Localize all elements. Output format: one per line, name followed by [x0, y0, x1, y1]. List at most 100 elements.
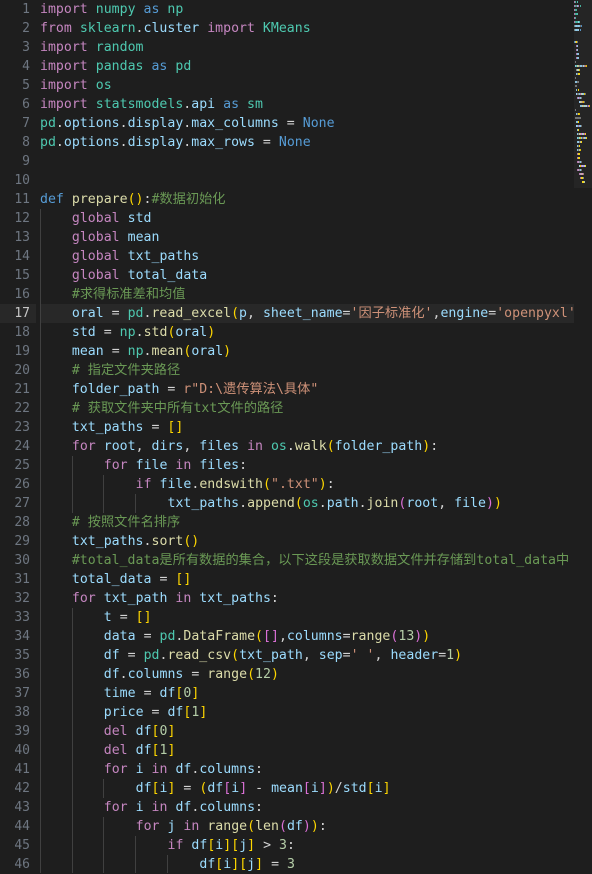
code-line-text: df = pd.read_csv(txt_path, sep=' ', head… — [103, 648, 463, 663]
code-line[interactable]: del df[0] — [40, 722, 574, 741]
line-number: 45 — [14, 838, 30, 853]
code-line[interactable]: total_data = [] — [40, 570, 574, 589]
code-line[interactable]: df[i][j] = 3 — [40, 855, 574, 873]
minimap-line — [574, 180, 592, 184]
line-number: 25 — [14, 458, 30, 473]
code-line-text: #total_data是所有数据的集合，以下这段是获取数据文件并存储到total… — [71, 553, 570, 568]
code-line[interactable]: import os — [40, 76, 574, 95]
code-line[interactable]: time = df[0] — [40, 684, 574, 703]
code-line-text: oral = pd.read_excel(p, sheet_name='因子标准… — [71, 306, 574, 321]
code-line[interactable]: import numpy as np — [40, 0, 574, 19]
line-number: 2 — [22, 21, 30, 36]
code-line[interactable]: from sklearn.cluster import KMeans — [40, 19, 574, 38]
code-line[interactable] — [40, 152, 574, 171]
code-line[interactable]: txt_paths.append(os.path.join(root, file… — [40, 494, 574, 513]
minimap[interactable] — [574, 0, 592, 873]
line-number: 39 — [14, 724, 30, 739]
code-line[interactable]: def prepare():#数据初始化 — [40, 190, 574, 209]
line-number: 22 — [14, 401, 30, 416]
code-line[interactable]: for root, dirs, files in os.walk(folder_… — [40, 437, 574, 456]
code-line[interactable]: if file.endswith(".txt"): — [40, 475, 574, 494]
line-number: 14 — [14, 249, 30, 264]
code-line[interactable]: t = [] — [40, 608, 574, 627]
line-number: 42 — [14, 781, 30, 796]
code-line[interactable]: # 获取文件夹中所有txt文件的路径 — [40, 399, 574, 418]
code-line[interactable]: for i in df.columns: — [40, 798, 574, 817]
code-line[interactable]: import random — [40, 38, 574, 57]
code-line-text: if df[i][j] > 3: — [167, 838, 295, 853]
code-line-text: # 按照文件名排序 — [71, 515, 181, 530]
code-line-text: if file.endswith(".txt"): — [135, 477, 335, 492]
line-number: 27 — [14, 496, 30, 511]
line-number: 28 — [14, 515, 30, 530]
line-number: 18 — [14, 325, 30, 340]
code-content-area[interactable]: import numpy as np from sklearn.cluster i… — [36, 0, 574, 873]
code-line[interactable]: txt_paths = [] — [40, 418, 574, 437]
code-line-text: def prepare():#数据初始化 — [40, 192, 226, 207]
code-line[interactable]: del df[1] — [40, 741, 574, 760]
line-number: 29 — [14, 534, 30, 549]
line-number: 13 — [14, 230, 30, 245]
code-line-text: global std — [71, 211, 152, 226]
line-number: 35 — [14, 648, 30, 663]
code-line-text: txt_paths.append(os.path.join(root, file… — [167, 496, 502, 511]
code-line[interactable]: global mean — [40, 228, 574, 247]
code-line-text: global mean — [71, 230, 160, 245]
code-line[interactable] — [40, 171, 574, 190]
code-line-text: for root, dirs, files in os.walk(folder_… — [71, 439, 439, 454]
code-line[interactable]: # 按照文件名排序 — [40, 513, 574, 532]
line-number: 36 — [14, 667, 30, 682]
line-number: 12 — [14, 211, 30, 226]
code-line[interactable]: global total_data — [40, 266, 574, 285]
code-line[interactable]: df[i] = (df[i] - mean[i])/std[i] — [40, 779, 574, 798]
code-line[interactable]: pd.options.display.max_columns = None — [40, 114, 574, 133]
code-line[interactable]: pd.options.display.max_rows = None — [40, 133, 574, 152]
line-number: 15 — [14, 268, 30, 283]
code-line-text: for file in files: — [103, 458, 248, 473]
code-line[interactable]: for file in files: — [40, 456, 574, 475]
code-line-text: df[i][j] = 3 — [199, 857, 295, 872]
line-number: 10 — [14, 173, 30, 188]
line-number: 24 — [14, 439, 30, 454]
code-line[interactable]: std = np.std(oral) — [40, 323, 574, 342]
line-number: 44 — [14, 819, 30, 834]
code-line[interactable]: price = df[1] — [40, 703, 574, 722]
code-line-text: pd.options.display.max_columns = None — [40, 116, 335, 131]
code-line[interactable]: if df[i][j] > 3: — [40, 836, 574, 855]
code-line-text: import random — [40, 40, 144, 55]
code-line-text: for i in df.columns: — [103, 762, 264, 777]
code-editor[interactable]: 1 2 3 4 5 6 7 8 9 10 11 12 13 14 15 16 17 18 19 20 21 22 23 24 2… — [0, 0, 592, 873]
line-number: 38 — [14, 705, 30, 720]
line-number: 32 — [14, 591, 30, 606]
code-line-text: folder_path = r"D:\遗传算法\具体" — [71, 382, 319, 397]
code-line[interactable]: global std — [40, 209, 574, 228]
code-line-text: mean = np.mean(oral) — [71, 344, 232, 359]
code-line[interactable]: import pandas as pd — [40, 57, 574, 76]
line-number: 41 — [14, 762, 30, 777]
line-number: 4 — [22, 59, 30, 74]
code-line[interactable]: for i in df.columns: — [40, 760, 574, 779]
code-line-text: df[i] = (df[i] - mean[i])/std[i] — [135, 781, 391, 796]
code-line[interactable]: df = pd.read_csv(txt_path, sep=' ', head… — [40, 646, 574, 665]
code-line[interactable]: oral = pd.read_excel(p, sheet_name='因子标准… — [40, 304, 574, 323]
code-line[interactable]: for j in range(len(df)): — [40, 817, 574, 836]
code-line[interactable]: for txt_path in txt_paths: — [40, 589, 574, 608]
code-line-text: txt_paths.sort() — [71, 534, 200, 549]
code-line[interactable]: mean = np.mean(oral) — [40, 342, 574, 361]
line-number: 34 — [14, 629, 30, 644]
code-line[interactable]: # 指定文件夹路径 — [40, 361, 574, 380]
code-line[interactable]: global txt_paths — [40, 247, 574, 266]
code-line[interactable]: import statsmodels.api as sm — [40, 95, 574, 114]
code-line-text: del df[0] — [103, 724, 176, 739]
line-number: 1 — [22, 2, 30, 17]
line-number: 16 — [14, 287, 30, 302]
code-line[interactable]: folder_path = r"D:\遗传算法\具体" — [40, 380, 574, 399]
code-lines[interactable]: import numpy as np from sklearn.cluster i… — [36, 0, 574, 873]
code-line[interactable]: data = pd.DataFrame([],columns=range(13)… — [40, 627, 574, 646]
code-line-text: data = pd.DataFrame([],columns=range(13)… — [103, 629, 431, 644]
code-line[interactable]: df.columns = range(12) — [40, 665, 574, 684]
line-number: 33 — [14, 610, 30, 625]
code-line[interactable]: txt_paths.sort() — [40, 532, 574, 551]
code-line[interactable]: #求得标准差和均值 — [40, 285, 574, 304]
code-line[interactable]: #total_data是所有数据的集合，以下这段是获取数据文件并存储到total… — [40, 551, 574, 570]
